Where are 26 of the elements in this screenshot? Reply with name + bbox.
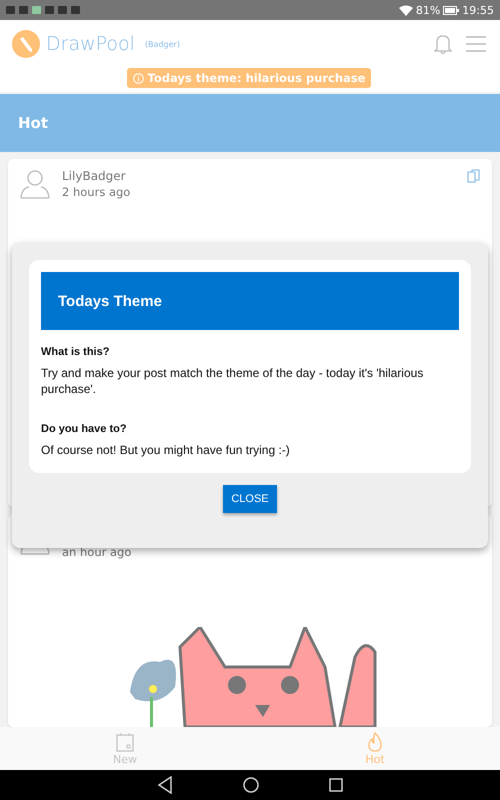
home-icon[interactable] [243, 777, 259, 793]
back-icon[interactable] [157, 776, 173, 794]
nav-tab[interactable]: Hot [250, 727, 500, 770]
dialog-text: Try and make your post match the theme of the day - today it's 'hilarious purchase'. [41, 366, 424, 398]
calendar-icon [116, 732, 134, 752]
dialog-heading: Do you have to? [41, 423, 128, 436]
recents-icon[interactable] [329, 778, 343, 792]
theme-badge[interactable]: Todays theme: hilarious purchase [126, 68, 372, 88]
app-logo: DrawPool [46, 33, 135, 55]
user-label: (Badger) [144, 40, 180, 48]
pencil-logo-icon [12, 30, 40, 58]
wifi-icon [398, 4, 413, 16]
close-button[interactable]: CLOSE [223, 484, 277, 513]
section-title: Hot [18, 114, 48, 132]
theme-badge-text: Todays theme: hilarious purchase [148, 71, 366, 85]
flame-icon [367, 732, 383, 752]
post-time: 2 hours ago [62, 185, 130, 199]
info-icon [132, 72, 144, 84]
battery-percent: 81% [416, 4, 440, 16]
dialog-heading: What is this? [41, 346, 110, 358]
battery-icon [443, 6, 460, 14]
post-time: an hour ago [62, 545, 132, 559]
dialog-text: Of course not! But you might have fun trying :-) [41, 443, 291, 459]
clock: 19:55 [462, 4, 494, 16]
dialog-title: Todays Theme [41, 272, 459, 330]
post-author: LilyBadger [62, 169, 127, 183]
